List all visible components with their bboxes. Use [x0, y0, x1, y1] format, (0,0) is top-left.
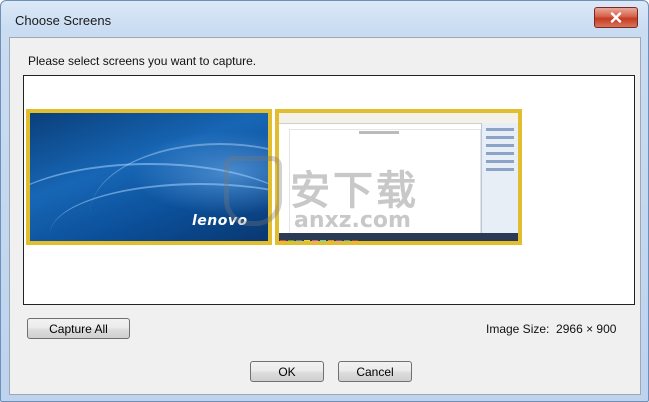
close-icon — [610, 12, 622, 23]
screen-preview-area: lenovo 安下载 anxz.com — [23, 75, 635, 305]
thumbnail-side-panel — [481, 123, 518, 241]
window-title: Choose Screens — [15, 13, 112, 28]
watermark-subtext: anxz.com — [294, 208, 411, 233]
ok-button[interactable]: OK — [250, 361, 324, 382]
instruction-text: Please select screens you want to captur… — [28, 54, 257, 68]
image-size-label: Image Size: — [486, 322, 550, 336]
watermark: 安下载 anxz.com — [224, 156, 464, 246]
dialog-body: Please select screens you want to captur… — [9, 37, 641, 395]
cancel-button[interactable]: Cancel — [338, 361, 412, 382]
thumbnail-heading — [359, 131, 399, 134]
image-size-readout: Image Size: 2966 × 900 — [486, 322, 616, 336]
close-button[interactable] — [594, 7, 638, 28]
shield-lock-icon — [224, 156, 282, 226]
capture-all-button[interactable]: Capture All — [27, 318, 130, 339]
image-size-value: 2966 × 900 — [556, 322, 617, 336]
choose-screens-window: Choose Screens Please select screens you… — [0, 0, 649, 402]
